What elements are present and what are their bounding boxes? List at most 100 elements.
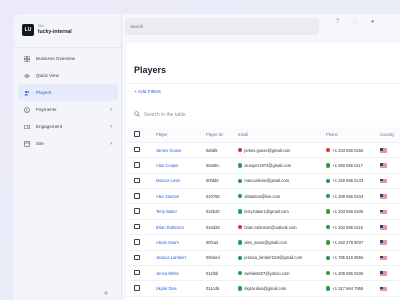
player-email: jessica_lambert119@gmail.com: [244, 255, 303, 261]
chevron-right-icon: ›: [110, 140, 112, 147]
sidebar-item-quick-view[interactable]: Quick View: [18, 67, 118, 84]
verified-icon: [238, 193, 243, 199]
verified-icon: [326, 209, 331, 214]
player-id: 00a6bc: [206, 157, 238, 174]
search-input[interactable]: Search: [125, 18, 319, 35]
sidebar-item-label: Engagement: [36, 124, 63, 129]
player-name-link[interactable]: Terry Baker: [156, 209, 177, 214]
select-all-checkbox[interactable]: [134, 131, 140, 137]
player-phone: +1 202 555 0115: [332, 224, 363, 230]
workspace-switcher[interactable]: LU Site lucky-internal: [22, 20, 72, 40]
table-row[interactable]: Jessica Lambert 00ebed jessica_lambert119@…: [126, 250, 400, 267]
eye-icon: [24, 73, 30, 79]
row-checkbox[interactable]: [134, 162, 140, 168]
player-name-link[interactable]: James Gouse: [156, 148, 181, 153]
player-email: alex_sears@gmail.com: [244, 239, 287, 245]
row-checkbox[interactable]: [134, 223, 140, 230]
verified-icon: [238, 286, 243, 291]
row-checkbox[interactable]: [134, 269, 140, 276]
top-actions: ? ◌ ●: [336, 19, 375, 25]
row-checkbox[interactable]: [134, 177, 140, 184]
workspace-logo: LU: [22, 24, 34, 36]
table-row[interactable]: Alan Cooper 00a6bc acooper1974@gmail.com +1…: [126, 157, 400, 174]
player-id: 016b20: [206, 203, 238, 220]
player-name-link[interactable]: Jessica Lambert: [156, 255, 186, 260]
player-phone: +1 343 555 0156: [332, 147, 364, 153]
player-id: 011f5b: [206, 265, 238, 282]
table-row[interactable]: Alexis Sears 00fca2 alex_sears@gmail.com +1…: [126, 234, 400, 251]
player-phone: +1 209 555 0104: [332, 193, 364, 199]
row-checkbox[interactable]: [134, 208, 140, 214]
column-header-phone[interactable]: Phone: [326, 127, 380, 143]
us-flag-icon: [380, 163, 387, 169]
workspace-name: lucky-internal: [38, 28, 72, 35]
player-phone: +1 785 816 8556: [332, 255, 364, 261]
table-row[interactable]: James Gouse 0afaf9 james.gouse@gmail.com +1…: [126, 142, 400, 159]
table-row[interactable]: Jenna White 011f5b awhite6227@yahoo.com +1 …: [126, 265, 400, 282]
sidebar-item-label: Site: [36, 141, 44, 146]
verified-icon: [326, 270, 331, 276]
column-header-player-id[interactable]: Player ID: [206, 127, 238, 143]
row-checkbox[interactable]: [134, 285, 140, 291]
player-name-link[interactable]: Alan Cooper: [156, 163, 179, 168]
player-phone: +1 262 278 8037: [332, 239, 364, 245]
sidebar-item-label: Players: [36, 90, 52, 95]
player-name-link[interactable]: Jenna White: [156, 271, 179, 276]
player-name-link[interactable]: Alex Stanton: [156, 194, 179, 199]
player-name-link[interactable]: Brian Robinson: [156, 225, 184, 230]
table-search-input[interactable]: Search in the table: [134, 111, 186, 119]
row-checkbox[interactable]: [134, 146, 140, 153]
verified-icon: [238, 240, 243, 245]
player-name-link[interactable]: Alexis Sears: [156, 240, 179, 245]
users-icon: [24, 90, 30, 96]
sidebar-item-payments[interactable]: Payments ›: [18, 101, 118, 118]
table-row[interactable]: Marcus Levin 00fdd5 marcuslevin@gmail.com +…: [126, 173, 400, 190]
notifications-icon[interactable]: ◌: [353, 19, 357, 25]
us-flag-icon: [380, 225, 387, 230]
add-filters-button[interactable]: + Add Filters: [134, 90, 161, 95]
unverified-icon: [326, 147, 331, 153]
table-header-row: Player Player ID Email Phone Country: [126, 127, 400, 143]
column-header-country[interactable]: Country: [380, 127, 400, 143]
sidebar-item-label: Business Overview: [36, 56, 76, 61]
player-phone: +1 326 555 0133: [332, 178, 364, 184]
table-row[interactable]: Eden Bothman022377eden_bothman@gmail.com…: [126, 296, 400, 300]
player-id: 016d28: [206, 219, 238, 236]
table-search-placeholder: Search in the table: [144, 112, 186, 118]
row-checkbox[interactable]: [134, 254, 140, 261]
player-id: 00fdd5: [206, 173, 238, 190]
row-checkbox[interactable]: [134, 239, 140, 245]
us-flag-icon: [380, 286, 387, 292]
user-menu-icon[interactable]: ●: [371, 19, 375, 25]
sidebar-item-engagement[interactable]: Engagement ›: [18, 118, 118, 135]
verified-icon: [326, 286, 331, 291]
verified-icon: [326, 178, 331, 183]
player-email: skylar.dias@gmail.com: [244, 286, 287, 292]
player-id: 00fca2: [206, 234, 238, 251]
collapse-sidebar-icon[interactable]: «: [104, 290, 108, 297]
table-row[interactable]: Terry Baker 016b20 terry.baker1@gmail.com +…: [126, 203, 400, 220]
sidebar-item-label: Quick View: [36, 73, 59, 78]
search-icon: [134, 111, 140, 119]
row-checkbox[interactable]: [134, 193, 140, 199]
column-header-player[interactable]: Player: [156, 127, 206, 143]
engagement-icon: [24, 124, 30, 130]
sidebar-item-players[interactable]: Players: [18, 84, 118, 101]
sidebar-item-business-overview[interactable]: Business Overview: [18, 50, 118, 67]
player-name-link[interactable]: Marcus Levin: [156, 178, 180, 183]
us-flag-icon: [380, 194, 387, 199]
sidebar-item-site[interactable]: Site ›: [18, 135, 118, 152]
table-row[interactable]: Brian Robinson 016d28 brian.robinson@outlo…: [126, 219, 400, 236]
sidebar-nav: Business Overview Quick View Players Pay…: [18, 50, 118, 152]
player-name-link[interactable]: Skylar Dias: [156, 286, 177, 291]
player-phone: +1 317 964 7955: [332, 286, 364, 292]
verified-icon: [238, 178, 243, 183]
us-flag-icon: [380, 178, 387, 184]
help-icon[interactable]: ?: [336, 19, 339, 25]
column-header-email[interactable]: Email: [238, 127, 326, 143]
table-row[interactable]: Alex Stanton 010755 alstanton@live.com +1 2…: [126, 188, 400, 205]
player-id: 0afaf9: [206, 142, 238, 159]
player-email: marcuslevin@gmail.com: [244, 178, 290, 184]
main-content: Players + Add Filters Search in the tabl…: [126, 43, 400, 300]
table-row[interactable]: Skylar Dias 011cd5 skylar.dias@gmail.com +1…: [126, 280, 400, 297]
